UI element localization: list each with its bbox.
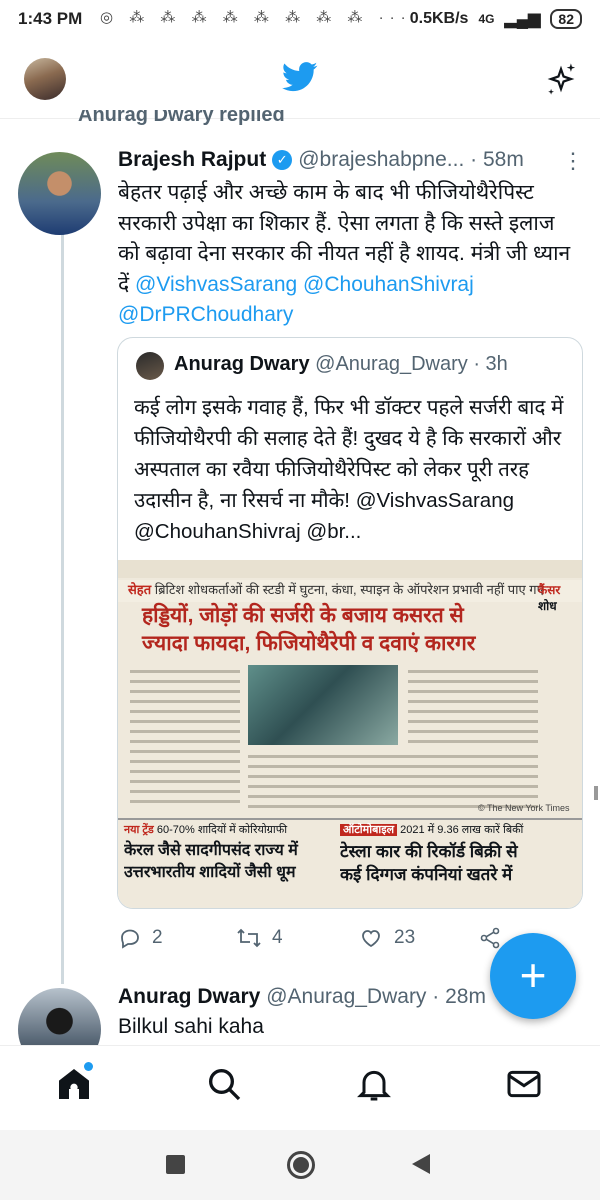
quoted-tweet-header: Anurag Dwary @Anurag_Dwary · 3h [174,353,508,376]
search-icon [209,1069,241,1101]
retweet-icon [237,928,261,948]
dot-separator: · [464,148,483,171]
sparkle-icon[interactable] [544,62,578,96]
reply-author-name[interactable]: Anurag Dwary [118,985,260,1008]
newspaper-subhead: ब्रिटिश शोधकर्ताओं की स्टडी में घुटना, क… [154,582,544,597]
status-bar: 1:43 PM ◎ ⁂ ⁂ ⁂ ⁂ ⁂ ⁂ ⁂ ⁂ ··· 0.5KB/s 4G… [0,0,600,40]
tweet-text: बेहतर पढ़ाई और अच्छे काम के बाद भी फीजिय… [118,178,580,331]
quoted-tweet-card[interactable]: Anurag Dwary @Anurag_Dwary · 3h कई लोग इ… [117,337,583,909]
nav-search[interactable] [204,1064,248,1108]
signal-icon: ▂▄▆ [504,11,541,28]
quoted-tweet-text: कई लोग इसके गवाह हैं, फिर भी डॉक्टर पहले… [134,392,570,547]
reply-icon [121,929,139,949]
thread-connector-line [61,232,64,984]
dot-separator: · [432,985,440,1008]
replied-label: Anurag Dwary replied [78,110,285,126]
scrollbar-thumb[interactable] [594,786,598,800]
quoted-author-handle: @Anurag_Dwary [315,353,468,375]
replied-context[interactable]: Anurag Dwary replied [78,110,285,134]
reply-author-handle[interactable]: @Anurag_Dwary [266,985,426,1008]
status-right: 0.5KB/s 4G ▂▄▆ 82 [410,9,582,29]
heart-icon [362,930,380,948]
plus-icon: + [519,949,547,1001]
quoted-author-name: Anurag Dwary [174,353,310,375]
dot-separator: · [473,353,480,375]
verified-badge-icon: ✓ [272,150,293,170]
newspaper-bottom-right-head-1: टेस्ला कार की रिकॉर्ड बिक्री से [340,842,518,861]
newspaper-bottom-left-head-2: उत्तरभारतीय शादियों जैसी धूम [124,864,296,881]
newspaper-side-label: कैंसर [538,583,561,597]
home-system-icon[interactable] [287,1151,315,1179]
tweet-author-handle[interactable]: @brajeshabpne... [298,148,464,172]
system-navigation-bar [0,1130,600,1200]
quoted-author-avatar [136,352,164,380]
newspaper-bottom-left-head-1: केरल जैसे सादगीपसंद राज्य में [124,842,298,859]
quoted-tweet-time: 3h [485,353,508,375]
reply-time[interactable]: 28m [445,985,486,1008]
like-button[interactable]: 23 [358,926,415,950]
bell-icon [357,1070,391,1101]
nav-home[interactable] [54,1062,98,1108]
twitter-bird-icon[interactable] [282,62,318,92]
back-icon[interactable] [410,1152,432,1176]
reply-button[interactable]: 2 [118,926,163,950]
newspaper-headline-1: हड्डियों, जोड़ों की सर्जरी के बजाय कसरत … [142,604,464,627]
newspaper-bottom-left-sub: 60-70% शादियों में कोरियोग्राफी [156,824,288,836]
new-content-dot [84,1062,93,1071]
newspaper-credit: © The New York Times [478,803,570,813]
mention-link[interactable]: @ChouhanShivraj [303,273,474,296]
mail-icon [507,1070,541,1098]
share-button[interactable] [478,926,502,950]
retweet-button[interactable]: 4 [236,926,283,950]
newspaper-surgery-photo [248,665,398,745]
status-time: 1:43 PM [18,9,83,28]
tweet-time[interactable]: 58m [483,148,524,172]
retweet-count: 4 [272,927,283,948]
newspaper-headline-2: ज्यादा फायदा, फिजियोथैरेपी व दवाएं कारगर [142,632,476,655]
nav-notifications[interactable] [354,1064,398,1108]
mention-link[interactable]: @DrPRChoudhary [118,303,293,326]
my-profile-avatar[interactable] [24,58,66,100]
mention-link[interactable]: @VishvasSarang [135,273,297,296]
reply-text: Bilkul sahi kaha [118,1015,264,1038]
tweet-author-name[interactable]: Brajesh Rajput [118,148,266,172]
newspaper-bottom-right-head-2: कई दिग्गज कंपनियां खतरे में [340,865,513,884]
network-type: 4G [478,12,495,26]
newspaper-side-word: शोध [538,599,557,613]
newspaper-bottom-right-sub: 2021 में 9.36 लाख कारें बिकीं [400,824,524,836]
compose-tweet-button[interactable]: + [490,933,576,1019]
share-icon [480,927,500,949]
recents-icon[interactable] [166,1155,185,1174]
newspaper-bottom-left-kicker: नया ट्रेंड [124,824,154,836]
tweet-header: Brajesh Rajput ✓ @brajeshabpne... · 58m [118,148,558,172]
notification-icons: ◎ ⁂ ⁂ ⁂ ⁂ ⁂ ⁂ ⁂ ⁂ ··· [100,9,412,26]
battery-indicator: 82 [550,9,582,29]
newspaper-kicker: सेहत [128,582,152,597]
bottom-navigation [0,1045,600,1128]
more-options-icon[interactable]: ⋮ [562,148,584,174]
newspaper-clipping-image[interactable]: सेहत ब्रिटिश शोधकर्ताओं की स्टडी में घुट… [118,560,582,908]
reply-count: 2 [152,927,163,948]
nav-messages[interactable] [504,1064,548,1108]
newspaper-bottom-right-kicker: ऑटोमोबाइल [340,824,398,836]
reply-header: Anurag Dwary @Anurag_Dwary · 28m [118,985,538,1009]
like-count: 23 [394,927,416,948]
network-speed: 0.5KB/s [409,10,469,27]
tweet-author-avatar[interactable] [18,152,101,235]
